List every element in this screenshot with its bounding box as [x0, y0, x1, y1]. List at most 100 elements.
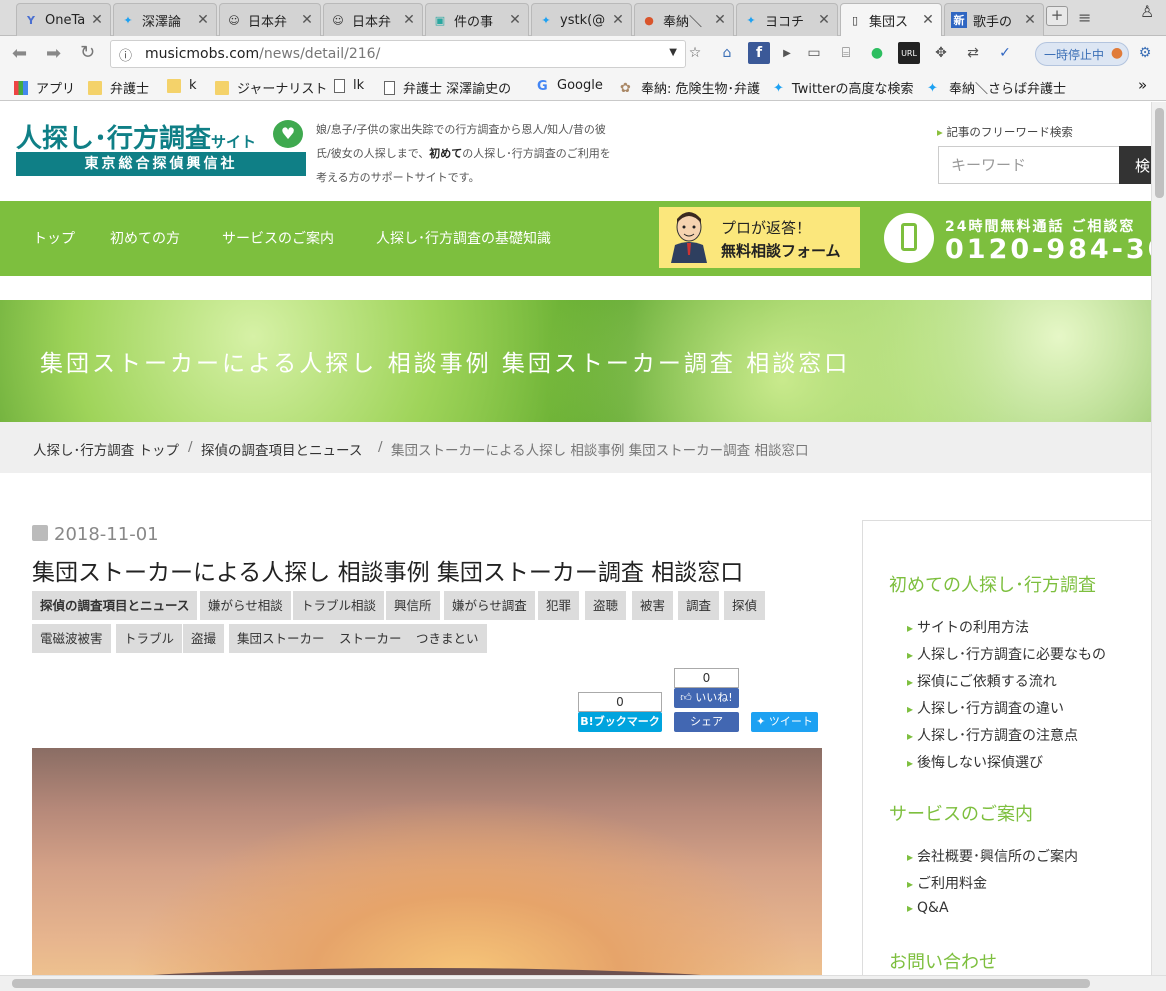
facebook-icon[interactable]: f [748, 42, 770, 64]
search-input[interactable]: キーワード [938, 146, 1120, 184]
bookmark-google[interactable]: G Google [537, 78, 603, 94]
profile-icon[interactable]: ♙ [1140, 2, 1154, 21]
close-icon[interactable]: ✕ [611, 12, 625, 28]
bookmark-label: ジャーナリスト [237, 82, 328, 97]
vertical-scrollbar[interactable] [1151, 102, 1166, 975]
nav-first-time[interactable]: 初めての方 [110, 228, 180, 248]
bookmark-folder[interactable]: ジャーナリスト [215, 78, 327, 97]
tag[interactable]: 嫌がらせ相談 [200, 591, 291, 620]
tab-10[interactable]: 新 歌手の ✕ [944, 3, 1044, 36]
tag[interactable]: 犯罪 [538, 591, 580, 620]
close-icon[interactable]: ✕ [713, 12, 727, 28]
scrollbar-thumb[interactable] [1155, 108, 1164, 198]
phone-number[interactable]: 0120-984-30 [945, 234, 1151, 265]
star-icon[interactable]: ☆ [684, 42, 706, 64]
bookmark-twitter[interactable]: ✦ 奉納＼さらば弁護士 [927, 78, 1067, 98]
free-consult-banner[interactable]: プロが返答！ 無料相談フォーム [659, 207, 860, 268]
tag[interactable]: 盗聴 [585, 591, 627, 620]
site-logo[interactable]: 人探し･行方調査サイト [16, 118, 256, 155]
reading-icon[interactable]: ▭ [803, 42, 825, 64]
move-icon[interactable]: ✥ [930, 42, 952, 64]
tab-5[interactable]: ▣ 件の事 ✕ [425, 3, 529, 36]
bookmark-icon[interactable]: ⌸ [835, 42, 857, 64]
bookmarks-overflow-icon[interactable]: » [1138, 76, 1147, 94]
search-button[interactable]: 検 [1119, 146, 1151, 184]
bookmark-folder[interactable]: k [167, 78, 197, 93]
bookmark-twitter[interactable]: ✦ Twitterの高度な検索 [773, 78, 913, 98]
address-bar[interactable]: ⓘ musicmobs.com/news/detail/216/ ▼ [110, 40, 686, 68]
tag[interactable]: つきまとい [408, 624, 487, 653]
sidebar-link[interactable]: 人探し･行方調査の注意点 [907, 725, 1078, 745]
facebook-like-button[interactable]: 👍︎ いいね! [674, 688, 739, 708]
home-icon[interactable]: ⌂ [716, 42, 738, 64]
close-icon[interactable]: ✕ [300, 12, 314, 28]
new-tab-button[interactable]: + [1046, 6, 1068, 26]
facebook-share-button[interactable]: シェア [674, 712, 739, 732]
tab-2[interactable]: ✦ 深澤論 ✕ [113, 3, 217, 36]
sidebar-link[interactable]: 会社概要･興信所のご案内 [907, 846, 1078, 866]
sidebar-link[interactable]: ご利用料金 [907, 873, 987, 893]
extension-v-icon[interactable]: ✓ [994, 42, 1016, 64]
reload-icon[interactable]: ↻ [80, 42, 95, 63]
close-icon[interactable]: ✕ [402, 12, 416, 28]
sidebar-link[interactable]: Q&A [907, 900, 949, 916]
tag[interactable]: トラブル相談 [293, 591, 385, 620]
tab-7[interactable]: ● 奉納＼ ✕ [634, 3, 734, 36]
tag[interactable]: ストーカー [331, 624, 410, 653]
evernote-icon[interactable]: ● [866, 42, 888, 64]
tag[interactable]: 興信所 [386, 591, 440, 620]
bookmark-site[interactable]: ✿ 奉納: 危険生物･弁護 [620, 78, 760, 98]
tag[interactable]: 電磁波被害 [32, 624, 111, 653]
url-dropdown-icon[interactable]: ▼ [669, 47, 677, 58]
close-icon[interactable]: ✕ [921, 12, 935, 28]
tab-4[interactable]: ☺ 日本弁 ✕ [323, 3, 423, 36]
tag[interactable]: 嫌がらせ調査 [444, 591, 535, 620]
breadcrumb-category[interactable]: 探偵の調査項目とニュース [201, 439, 362, 459]
tab-8[interactable]: ✦ ヨコチ ✕ [736, 3, 838, 36]
nav-top[interactable]: トップ [33, 228, 75, 248]
sidebar-link[interactable]: 探偵にご依頼する流れ [907, 671, 1057, 691]
close-icon[interactable]: ✕ [196, 12, 210, 28]
avatar-icon[interactable]: ● [1106, 42, 1128, 64]
info-icon[interactable]: ⓘ [119, 45, 139, 64]
tag[interactable]: 集団ストーカー [229, 624, 333, 653]
more-arrow-icon[interactable]: ▶ [776, 42, 798, 64]
scrollbar-thumb[interactable] [12, 979, 1090, 988]
tab-6[interactable]: ✦ ystk(@ ✕ [531, 3, 632, 36]
tab-list-icon[interactable]: ≡ [1078, 8, 1091, 27]
tweet-button[interactable]: ✦ ツイート [751, 712, 818, 732]
close-icon[interactable]: ✕ [1023, 12, 1037, 28]
sidebar-link[interactable]: 後悔しない探偵選び [907, 752, 1043, 772]
sidebar-link[interactable]: 人探し･行方調査に必要なもの [907, 644, 1106, 664]
tag-main[interactable]: 探偵の調査項目とニュース [32, 591, 198, 620]
tweet-label: ツイート [768, 715, 813, 728]
sidebar-link[interactable]: 人探し･行方調査の違い [907, 698, 1064, 718]
sync-icon[interactable]: ⇄ [962, 42, 984, 64]
tag[interactable]: 調査 [678, 591, 720, 620]
horizontal-scrollbar[interactable] [0, 975, 1166, 991]
tag[interactable]: 盗撮 [183, 624, 225, 653]
settings-icon[interactable]: ⚙ [1134, 42, 1156, 64]
sidebar-link[interactable]: サイトの利用方法 [907, 617, 1029, 637]
bookmark-folder[interactable]: 弁護士 [88, 78, 149, 97]
bookmark-apps[interactable]: アプリ [14, 78, 75, 97]
bookmark-page[interactable]: 弁護士 深澤諭史の [384, 78, 522, 97]
url-shortener-icon[interactable]: URL [898, 42, 920, 64]
tab-3[interactable]: ☺ 日本弁 ✕ [219, 3, 321, 36]
tab-9-active[interactable]: ▯ 集団ス ✕ [840, 3, 942, 36]
tab-1[interactable]: Y OneTa ✕ [16, 3, 111, 36]
forward-icon[interactable]: ➡ [46, 43, 61, 64]
close-icon[interactable]: ✕ [90, 12, 104, 28]
sidebar: 初めての人探し･行方調査 サイトの利用方法 人探し･行方調査に必要なもの 探偵に… [862, 520, 1151, 975]
nav-services[interactable]: サービスのご案内 [222, 228, 334, 248]
bookmark-page[interactable]: lk [334, 78, 364, 93]
hatena-bookmark-button[interactable]: B!ブックマーク [578, 712, 662, 732]
back-icon[interactable]: ⬅ [12, 43, 27, 64]
breadcrumb-home[interactable]: 人探し･行方調査 トップ [33, 439, 179, 459]
close-icon[interactable]: ✕ [817, 12, 831, 28]
nav-basics[interactable]: 人探し･行方調査の基礎知識 [376, 228, 551, 248]
tag[interactable]: 被害 [632, 591, 674, 620]
tag[interactable]: トラブル [116, 624, 183, 653]
close-icon[interactable]: ✕ [508, 12, 522, 28]
tag[interactable]: 探偵 [724, 591, 766, 620]
